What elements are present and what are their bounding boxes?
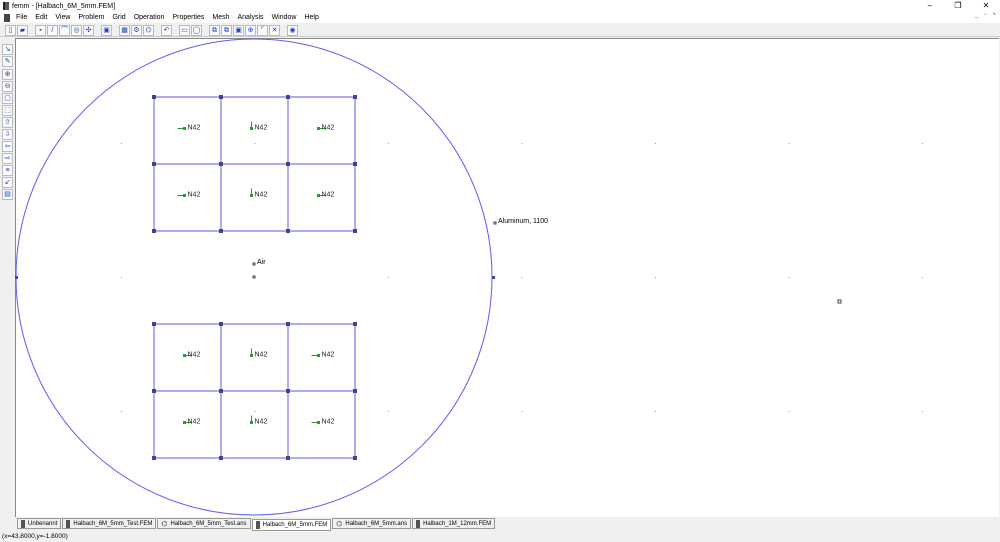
- magnet-label: N42: [188, 125, 201, 132]
- grid-point: [521, 277, 523, 278]
- node: [152, 322, 156, 326]
- node: [353, 95, 357, 99]
- tab-label: Halbach_6M_5mm_Test.ans: [170, 520, 247, 527]
- air-label: Air: [257, 259, 266, 266]
- grid-point: [121, 411, 122, 412]
- fem-file-icon: [416, 519, 421, 528]
- grid-point: [788, 143, 790, 144]
- node: [286, 95, 290, 99]
- grid-point: [121, 277, 122, 278]
- magnet-label: N42: [188, 192, 201, 199]
- grid-point: [655, 411, 656, 412]
- grid-point: [388, 143, 389, 144]
- magnet-label: N42: [255, 419, 268, 426]
- node: [219, 95, 223, 99]
- fem-file-icon: [21, 519, 25, 528]
- node: [492, 276, 495, 279]
- fem-file-icon: [255, 521, 260, 529]
- grid-point: [121, 143, 122, 144]
- fem-file-icon: [66, 519, 71, 528]
- node: [286, 162, 290, 166]
- tab-document[interactable]: Unbenannt: [17, 518, 62, 529]
- node: [15, 276, 18, 279]
- block-label-marker: [252, 262, 256, 266]
- tab-label: Unbenannt: [28, 520, 58, 527]
- node: [286, 322, 290, 326]
- node: [286, 389, 290, 393]
- grid-point: [655, 277, 656, 278]
- node: [252, 275, 256, 279]
- magnet-label: N42: [255, 192, 268, 199]
- magnet-label: N42: [322, 352, 335, 359]
- node: [353, 162, 357, 166]
- magnet-label: N42: [188, 352, 201, 359]
- node: [219, 162, 223, 166]
- grid-point: [388, 277, 389, 278]
- grid-point: [388, 411, 389, 412]
- node: [353, 322, 357, 326]
- tab-document[interactable]: ⌬ Halbach_6M_5mm_Test.ans: [157, 518, 251, 529]
- document-tabs: Unbenannt Halbach_6M_5mm_Test.FEM ⌬ Halbach…: [17, 518, 496, 531]
- tab-document[interactable]: ⌬ Halbach_6M_5mm.ans: [332, 518, 412, 529]
- tab-document[interactable]: Halbach_6M_5mm_Test.FEM: [62, 518, 157, 529]
- ans-file-icon: ⌬: [336, 520, 343, 528]
- grid-point: [521, 143, 523, 144]
- tab-label: Halbach_6M_5mm.ans: [345, 520, 408, 527]
- node: [353, 389, 357, 393]
- magnet-label: N42: [188, 419, 201, 426]
- magnet-label: N42: [322, 192, 335, 199]
- node: [353, 229, 357, 233]
- grid-point: [655, 143, 656, 144]
- node: [353, 456, 357, 460]
- magnet-label: N42: [255, 352, 268, 359]
- node: [152, 95, 156, 99]
- magnet-label: N42: [322, 125, 335, 132]
- node: [219, 229, 223, 233]
- tab-label: Halbach_6M_5mm.FEM: [262, 522, 328, 528]
- tab-label: Halbach_1M_12mm.FEM: [423, 520, 492, 527]
- status-coordinates: (x=43.8000,y=-1.8000): [2, 533, 68, 540]
- magnet-label: N42: [322, 419, 335, 426]
- grid-point: [254, 143, 256, 144]
- node: [152, 389, 156, 393]
- grid-point: [521, 411, 523, 412]
- node: [152, 456, 156, 460]
- node: [152, 162, 156, 166]
- outer-boundary-circle: [15, 38, 493, 516]
- magnet-label: N42: [255, 125, 268, 132]
- node: [219, 322, 223, 326]
- tab-document[interactable]: Halbach_6M_5mm.FEM: [251, 519, 332, 531]
- block-label-marker: [493, 221, 497, 225]
- grid-point: [254, 411, 256, 412]
- node: [219, 456, 223, 460]
- grid-point: [922, 277, 923, 278]
- node: [152, 229, 156, 233]
- aluminum-label: Aluminum, 1100: [498, 218, 548, 225]
- node: [837, 299, 842, 304]
- tab-label: Halbach_6M_5mm_Test.FEM: [73, 520, 153, 527]
- node: [286, 456, 290, 460]
- grid-point: [788, 411, 790, 412]
- grid-point: [922, 411, 923, 412]
- ans-file-icon: ⌬: [161, 520, 168, 528]
- node: [219, 389, 223, 393]
- grid-point: [788, 277, 790, 278]
- node: [286, 229, 290, 233]
- tab-document[interactable]: Halbach_1M_12mm.FEM: [412, 518, 496, 529]
- grid-point: [922, 143, 923, 144]
- model-drawing[interactable]: N42 N42 N42 N42 N42 N42 N42 N42 N42 N42 N42 N42 Air A…: [0, 0, 1000, 542]
